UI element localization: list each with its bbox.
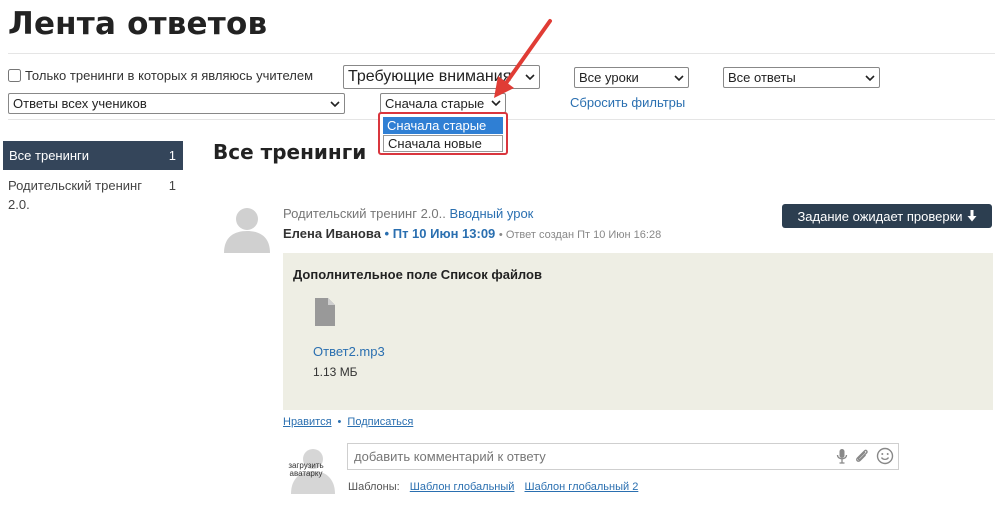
answer-training-line: Родительский тренинг 2.0.. Вводный урок (283, 206, 533, 221)
answer-training: Родительский тренинг 2.0.. (283, 206, 446, 221)
only-teacher-checkbox[interactable]: Только тренинги в которых я являюсь учит… (8, 68, 313, 83)
answers-select[interactable]: Все ответы (723, 67, 880, 88)
students-select-value: Ответы всех учеников (13, 96, 147, 111)
lessons-select[interactable]: Все уроки (574, 67, 689, 88)
upload-avatar-label[interactable]: загрузить аватарку (287, 462, 325, 478)
answer-date-link[interactable]: Пт 10 Июн 13:09 (393, 226, 496, 241)
status-button-label: Задание ожидает проверки (797, 208, 963, 224)
arrow-down-icon (967, 210, 977, 222)
reset-filters-link[interactable]: Сбросить фильтры (570, 95, 685, 110)
section-title: Все тренинги (213, 140, 367, 164)
chevron-down-icon (674, 73, 684, 83)
chevron-down-icon (491, 98, 501, 108)
answer-actions: Нравится • Подписаться (283, 416, 413, 428)
answer-content: Дополнительное поле Список файлов Ответ2… (283, 253, 993, 410)
sort-select[interactable]: Сначала старые (380, 93, 506, 113)
file-link[interactable]: Ответ2.mp3 (313, 344, 385, 359)
only-teacher-checkbox-input[interactable] (8, 69, 21, 82)
title-divider (8, 53, 995, 54)
emoji-icon[interactable] (876, 447, 894, 465)
answers-select-value: Все ответы (728, 70, 796, 85)
file-size: 1.13 МБ (313, 365, 358, 379)
sort-option-oldest[interactable]: Сначала старые (383, 117, 503, 134)
answer-lesson-link[interactable]: Вводный урок (450, 206, 534, 221)
sort-dropdown-list: Сначала старые Сначала новые (378, 112, 508, 155)
page-title: Лента ответов (8, 6, 268, 42)
comment-placeholder: добавить комментарий к ответу (354, 449, 546, 464)
sort-select-value: Сначала старые (385, 95, 485, 111)
sidebar-item-parent-training[interactable]: Родительский тренинг 2.0. 1 (8, 176, 180, 214)
sidebar-item-label: Все тренинги (9, 148, 90, 163)
templates-row: Шаблоны: Шаблон глобальный Шаблон глобал… (348, 481, 638, 493)
chevron-down-icon (525, 72, 535, 82)
attention-select[interactable]: Требующие внимания (343, 65, 540, 89)
attention-select-value: Требующие внимания (348, 68, 512, 85)
template-link[interactable]: Шаблон глобальный 2 (525, 481, 639, 493)
sort-option-newest[interactable]: Сначала новые (383, 135, 503, 152)
templates-label: Шаблоны: (348, 481, 400, 493)
like-link[interactable]: Нравится (283, 416, 332, 428)
students-select[interactable]: Ответы всех учеников (8, 93, 345, 114)
comment-input[interactable]: добавить комментарий к ответу (347, 443, 899, 470)
template-link[interactable]: Шаблон глобальный (410, 481, 515, 493)
status-button[interactable]: Задание ожидает проверки (782, 204, 992, 228)
file-icon[interactable] (313, 297, 337, 327)
subscribe-link[interactable]: Подписаться (347, 416, 413, 428)
chevron-down-icon (865, 73, 875, 83)
answer-author: Елена Иванова (283, 226, 381, 241)
sidebar-item-count: 1 (168, 148, 176, 163)
answer-field-title: Дополнительное поле Список файлов (293, 267, 542, 282)
avatar (222, 205, 272, 258)
only-teacher-checkbox-label: Только тренинги в которых я являюсь учит… (25, 68, 314, 83)
user-placeholder-icon (224, 208, 270, 253)
chevron-down-icon (330, 99, 340, 109)
sidebar-item-count: 1 (168, 178, 176, 193)
actions-separator: • (337, 416, 342, 428)
comment-tools (836, 447, 894, 465)
sidebar-item-label: Родительский тренинг 2.0. (8, 178, 142, 212)
lessons-select-value: Все уроки (579, 70, 639, 85)
answer-author-line: Елена Иванова • Пт 10 Июн 13:09 • Ответ … (283, 226, 661, 241)
answer-sep: • (384, 226, 390, 241)
answer-created: • Ответ создан Пт 10 Июн 16:28 (498, 229, 662, 241)
microphone-icon[interactable] (836, 448, 848, 464)
attachment-icon[interactable] (854, 448, 870, 464)
sidebar-item-all-trainings[interactable]: Все тренинги 1 (3, 141, 183, 170)
